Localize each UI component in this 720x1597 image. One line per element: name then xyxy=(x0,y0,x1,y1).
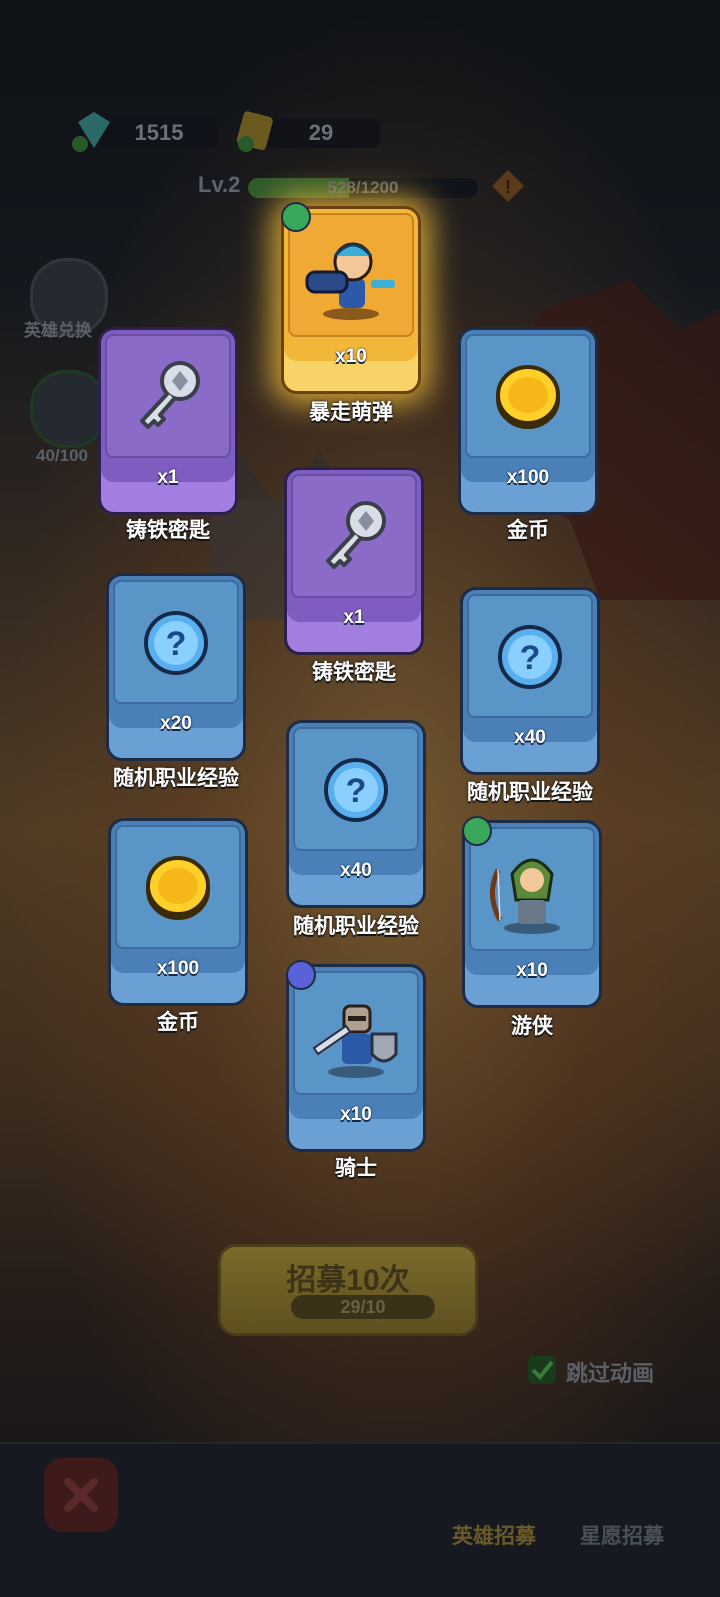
close-button[interactable] xyxy=(44,1458,118,1532)
reward-quantity: x10 xyxy=(340,1104,372,1125)
skip-animation-label: 跳过动画 xyxy=(566,1361,655,1386)
reward-quantity: x100 xyxy=(156,958,200,979)
tab-hero-recruit[interactable]: 英雄招募 xyxy=(452,1520,536,1550)
reward-name: 随机职业经验 xyxy=(293,915,419,938)
ticket-icon xyxy=(236,111,273,152)
reward-card: x1 xyxy=(98,327,238,515)
reward-quantity: x10 xyxy=(516,960,548,981)
ticket-counter: 29 xyxy=(236,111,380,152)
reward-name: 随机职业经验 xyxy=(467,781,593,804)
hero-ranger-icon xyxy=(482,840,582,940)
reward-name: 暴走萌弹 xyxy=(309,401,393,424)
gem-count: 1515 xyxy=(134,120,184,145)
reward-card: x100 xyxy=(458,327,598,515)
warrior-class-badge xyxy=(286,960,316,990)
gold-coin-icon xyxy=(128,838,228,938)
recruit-10-button[interactable]: 招募10次 29/10 xyxy=(218,1244,478,1336)
reward-quantity: x100 xyxy=(506,467,550,488)
hero-bomber-icon xyxy=(301,226,401,326)
recruit-ticket-count: 29/10 xyxy=(291,1295,435,1319)
iron-key-icon xyxy=(118,347,218,447)
level-label: Lv.2 xyxy=(198,172,241,197)
checkmark-icon xyxy=(531,1360,554,1380)
reward-quantity: x40 xyxy=(514,727,546,748)
warning-icon[interactable]: ! xyxy=(490,168,526,204)
recruit-10-label: 招募10次 xyxy=(286,1264,410,1297)
tab-star-recruit[interactable]: 星愿招募 xyxy=(580,1520,664,1550)
reward-card: x10 xyxy=(281,206,421,394)
reward-name: 骑士 xyxy=(335,1157,377,1180)
reward-name: 游侠 xyxy=(511,1015,553,1038)
hero-knight-icon xyxy=(306,984,406,1084)
xp-text: 528/1200 xyxy=(327,178,399,197)
reward-card: x10 xyxy=(286,964,426,1152)
archer-class-badge xyxy=(462,816,492,846)
skip-animation-checkbox[interactable] xyxy=(528,1356,556,1384)
reward-quantity: x10 xyxy=(335,346,367,367)
reward-card: x40 xyxy=(460,587,600,775)
gem-counter: 1515 xyxy=(72,112,218,152)
archer-class-badge xyxy=(281,202,311,232)
gem-icon xyxy=(72,112,110,152)
svg-text:!: ! xyxy=(505,177,511,197)
reward-card: x20 xyxy=(106,573,246,761)
hero-exchange-label: 英雄兑换 xyxy=(24,321,92,340)
reward-quantity: x1 xyxy=(157,467,179,488)
reward-card: x100 xyxy=(108,818,248,1006)
reward-name: 铸铁密匙 xyxy=(312,661,396,684)
reward-quantity: x20 xyxy=(160,713,192,734)
question-orb-icon xyxy=(480,607,580,707)
reward-quantity: x1 xyxy=(343,607,365,628)
star-progress-button[interactable] xyxy=(30,370,108,448)
gold-coin-icon xyxy=(478,347,578,447)
xp-bar: 528/1200 xyxy=(248,178,478,198)
close-icon xyxy=(64,1478,98,1512)
iron-key-icon xyxy=(304,487,404,587)
reward-quantity: x40 xyxy=(340,860,372,881)
star-progress-label: 40/100 xyxy=(36,446,88,465)
reward-name: 金币 xyxy=(157,1011,199,1034)
reward-card: x10 xyxy=(462,820,602,1008)
reward-name: 铸铁密匙 xyxy=(126,519,210,542)
question-orb-icon xyxy=(126,593,226,693)
question-orb-icon xyxy=(306,740,406,840)
reward-name: 随机职业经验 xyxy=(113,767,239,790)
reward-card: x1 xyxy=(284,467,424,655)
ticket-count: 29 xyxy=(308,120,334,145)
reward-card: x40 xyxy=(286,720,426,908)
reward-name: 金币 xyxy=(507,519,549,542)
